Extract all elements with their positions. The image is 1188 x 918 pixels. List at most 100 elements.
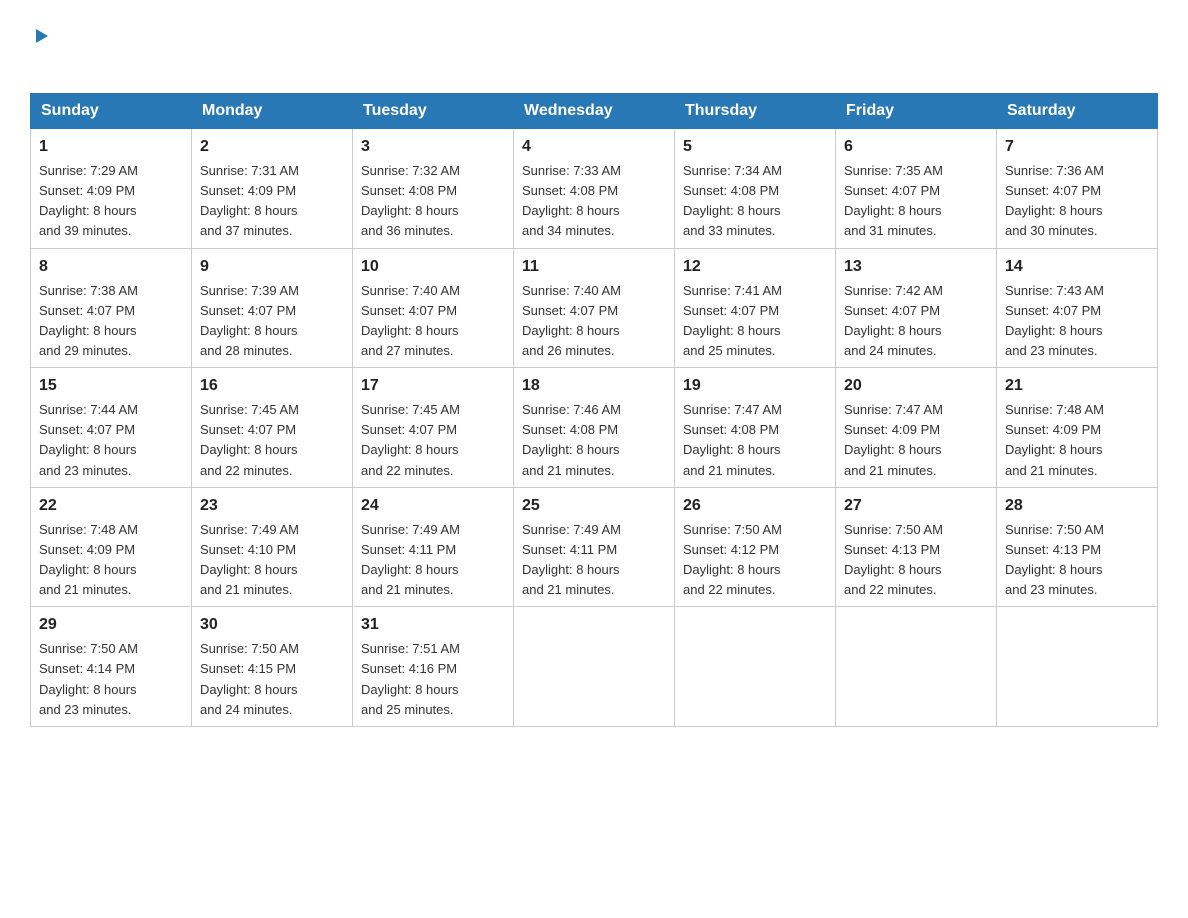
logo-icon: [30, 25, 52, 52]
calendar-cell: 24 Sunrise: 7:49 AMSunset: 4:11 PMDaylig…: [353, 487, 514, 607]
day-info: Sunrise: 7:40 AMSunset: 4:07 PMDaylight:…: [361, 283, 460, 358]
day-number: 13: [844, 255, 988, 279]
calendar-cell: 27 Sunrise: 7:50 AMSunset: 4:13 PMDaylig…: [836, 487, 997, 607]
day-number: 1: [39, 135, 183, 159]
day-number: 14: [1005, 255, 1149, 279]
logo-arrow-icon: [30, 25, 52, 52]
day-info: Sunrise: 7:50 AMSunset: 4:15 PMDaylight:…: [200, 641, 299, 716]
calendar-cell: 9 Sunrise: 7:39 AMSunset: 4:07 PMDayligh…: [192, 248, 353, 368]
logo-blue-text: [30, 52, 34, 83]
day-number: 22: [39, 494, 183, 518]
calendar-cell: 8 Sunrise: 7:38 AMSunset: 4:07 PMDayligh…: [31, 248, 192, 368]
calendar-cell: [675, 607, 836, 727]
day-number: 17: [361, 374, 505, 398]
calendar-cell: 6 Sunrise: 7:35 AMSunset: 4:07 PMDayligh…: [836, 129, 997, 249]
calendar-cell: 15 Sunrise: 7:44 AMSunset: 4:07 PMDaylig…: [31, 368, 192, 488]
day-number: 6: [844, 135, 988, 159]
day-number: 23: [200, 494, 344, 518]
day-info: Sunrise: 7:50 AMSunset: 4:13 PMDaylight:…: [844, 522, 943, 597]
calendar-week-2: 8 Sunrise: 7:38 AMSunset: 4:07 PMDayligh…: [31, 248, 1158, 368]
day-number: 28: [1005, 494, 1149, 518]
day-number: 3: [361, 135, 505, 159]
weekday-header-sunday: Sunday: [31, 94, 192, 129]
day-number: 11: [522, 255, 666, 279]
day-number: 16: [200, 374, 344, 398]
calendar-cell: 14 Sunrise: 7:43 AMSunset: 4:07 PMDaylig…: [997, 248, 1158, 368]
day-info: Sunrise: 7:47 AMSunset: 4:09 PMDaylight:…: [844, 402, 943, 477]
day-info: Sunrise: 7:35 AMSunset: 4:07 PMDaylight:…: [844, 163, 943, 238]
calendar-cell: 16 Sunrise: 7:45 AMSunset: 4:07 PMDaylig…: [192, 368, 353, 488]
weekday-header-thursday: Thursday: [675, 94, 836, 129]
day-number: 12: [683, 255, 827, 279]
calendar-cell: 17 Sunrise: 7:45 AMSunset: 4:07 PMDaylig…: [353, 368, 514, 488]
calendar-cell: 22 Sunrise: 7:48 AMSunset: 4:09 PMDaylig…: [31, 487, 192, 607]
weekday-header-monday: Monday: [192, 94, 353, 129]
calendar-cell: 4 Sunrise: 7:33 AMSunset: 4:08 PMDayligh…: [514, 129, 675, 249]
calendar-cell: 10 Sunrise: 7:40 AMSunset: 4:07 PMDaylig…: [353, 248, 514, 368]
calendar-week-1: 1 Sunrise: 7:29 AMSunset: 4:09 PMDayligh…: [31, 129, 1158, 249]
calendar-cell: 5 Sunrise: 7:34 AMSunset: 4:08 PMDayligh…: [675, 129, 836, 249]
day-number: 7: [1005, 135, 1149, 159]
day-info: Sunrise: 7:49 AMSunset: 4:11 PMDaylight:…: [361, 522, 460, 597]
day-info: Sunrise: 7:46 AMSunset: 4:08 PMDaylight:…: [522, 402, 621, 477]
calendar-cell: 13 Sunrise: 7:42 AMSunset: 4:07 PMDaylig…: [836, 248, 997, 368]
calendar-cell: [997, 607, 1158, 727]
day-info: Sunrise: 7:48 AMSunset: 4:09 PMDaylight:…: [39, 522, 138, 597]
day-number: 2: [200, 135, 344, 159]
calendar-cell: 1 Sunrise: 7:29 AMSunset: 4:09 PMDayligh…: [31, 129, 192, 249]
day-number: 10: [361, 255, 505, 279]
logo: [30, 20, 52, 83]
day-number: 8: [39, 255, 183, 279]
calendar-week-4: 22 Sunrise: 7:48 AMSunset: 4:09 PMDaylig…: [31, 487, 1158, 607]
day-info: Sunrise: 7:42 AMSunset: 4:07 PMDaylight:…: [844, 283, 943, 358]
calendar-cell: 19 Sunrise: 7:47 AMSunset: 4:08 PMDaylig…: [675, 368, 836, 488]
day-number: 19: [683, 374, 827, 398]
day-number: 29: [39, 613, 183, 637]
calendar-cell: [836, 607, 997, 727]
day-info: Sunrise: 7:49 AMSunset: 4:10 PMDaylight:…: [200, 522, 299, 597]
calendar-cell: 11 Sunrise: 7:40 AMSunset: 4:07 PMDaylig…: [514, 248, 675, 368]
day-info: Sunrise: 7:44 AMSunset: 4:07 PMDaylight:…: [39, 402, 138, 477]
day-number: 25: [522, 494, 666, 518]
day-info: Sunrise: 7:36 AMSunset: 4:07 PMDaylight:…: [1005, 163, 1104, 238]
day-info: Sunrise: 7:40 AMSunset: 4:07 PMDaylight:…: [522, 283, 621, 358]
day-info: Sunrise: 7:47 AMSunset: 4:08 PMDaylight:…: [683, 402, 782, 477]
day-number: 9: [200, 255, 344, 279]
day-info: Sunrise: 7:43 AMSunset: 4:07 PMDaylight:…: [1005, 283, 1104, 358]
day-info: Sunrise: 7:41 AMSunset: 4:07 PMDaylight:…: [683, 283, 782, 358]
calendar-week-5: 29 Sunrise: 7:50 AMSunset: 4:14 PMDaylig…: [31, 607, 1158, 727]
day-info: Sunrise: 7:38 AMSunset: 4:07 PMDaylight:…: [39, 283, 138, 358]
day-info: Sunrise: 7:49 AMSunset: 4:11 PMDaylight:…: [522, 522, 621, 597]
calendar-cell: 31 Sunrise: 7:51 AMSunset: 4:16 PMDaylig…: [353, 607, 514, 727]
day-info: Sunrise: 7:29 AMSunset: 4:09 PMDaylight:…: [39, 163, 138, 238]
day-number: 26: [683, 494, 827, 518]
calendar-cell: 21 Sunrise: 7:48 AMSunset: 4:09 PMDaylig…: [997, 368, 1158, 488]
day-number: 30: [200, 613, 344, 637]
day-info: Sunrise: 7:51 AMSunset: 4:16 PMDaylight:…: [361, 641, 460, 716]
day-number: 24: [361, 494, 505, 518]
calendar-cell: 30 Sunrise: 7:50 AMSunset: 4:15 PMDaylig…: [192, 607, 353, 727]
day-info: Sunrise: 7:50 AMSunset: 4:12 PMDaylight:…: [683, 522, 782, 597]
calendar-cell: 26 Sunrise: 7:50 AMSunset: 4:12 PMDaylig…: [675, 487, 836, 607]
day-info: Sunrise: 7:31 AMSunset: 4:09 PMDaylight:…: [200, 163, 299, 238]
day-number: 21: [1005, 374, 1149, 398]
calendar-cell: 7 Sunrise: 7:36 AMSunset: 4:07 PMDayligh…: [997, 129, 1158, 249]
calendar-cell: 12 Sunrise: 7:41 AMSunset: 4:07 PMDaylig…: [675, 248, 836, 368]
day-info: Sunrise: 7:32 AMSunset: 4:08 PMDaylight:…: [361, 163, 460, 238]
day-number: 20: [844, 374, 988, 398]
calendar-table: SundayMondayTuesdayWednesdayThursdayFrid…: [30, 93, 1158, 727]
day-number: 15: [39, 374, 183, 398]
calendar-cell: [514, 607, 675, 727]
calendar-cell: 23 Sunrise: 7:49 AMSunset: 4:10 PMDaylig…: [192, 487, 353, 607]
weekday-header-saturday: Saturday: [997, 94, 1158, 129]
day-info: Sunrise: 7:34 AMSunset: 4:08 PMDaylight:…: [683, 163, 782, 238]
day-number: 18: [522, 374, 666, 398]
day-info: Sunrise: 7:50 AMSunset: 4:13 PMDaylight:…: [1005, 522, 1104, 597]
calendar-cell: 2 Sunrise: 7:31 AMSunset: 4:09 PMDayligh…: [192, 129, 353, 249]
calendar-cell: 20 Sunrise: 7:47 AMSunset: 4:09 PMDaylig…: [836, 368, 997, 488]
calendar-cell: 3 Sunrise: 7:32 AMSunset: 4:08 PMDayligh…: [353, 129, 514, 249]
day-info: Sunrise: 7:39 AMSunset: 4:07 PMDaylight:…: [200, 283, 299, 358]
day-info: Sunrise: 7:48 AMSunset: 4:09 PMDaylight:…: [1005, 402, 1104, 477]
page-header: [30, 20, 1158, 83]
day-info: Sunrise: 7:45 AMSunset: 4:07 PMDaylight:…: [200, 402, 299, 477]
